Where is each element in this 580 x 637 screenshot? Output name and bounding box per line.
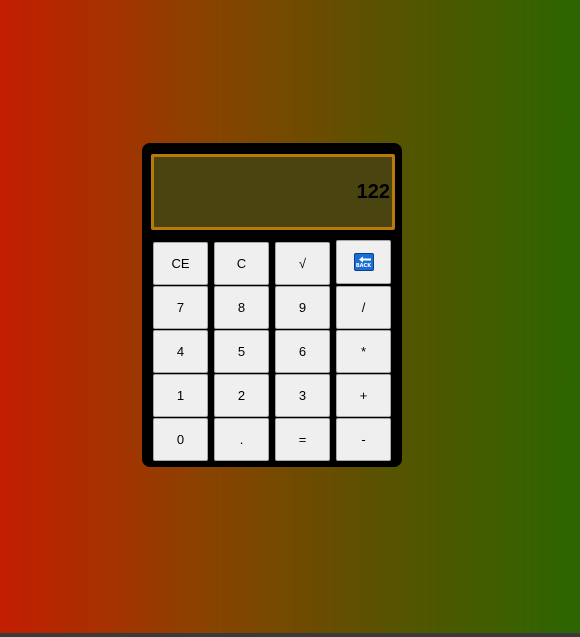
minus-button[interactable]: -: [336, 418, 391, 461]
digit-8-button[interactable]: 8: [214, 286, 269, 329]
digit-2-button[interactable]: 2: [214, 374, 269, 417]
equals-button[interactable]: =: [275, 418, 330, 461]
clear-button[interactable]: C: [214, 242, 269, 285]
display: 122: [151, 154, 395, 230]
digit-3-button[interactable]: 3: [275, 374, 330, 417]
back-icon: BACK: [353, 253, 374, 271]
digit-5-button[interactable]: 5: [214, 330, 269, 373]
calculator: 122 CE C √ BACK 7 8 9 / 4 5 6 * 1 2 3 + …: [142, 143, 402, 467]
multiply-button[interactable]: *: [336, 330, 391, 373]
bottom-strip: [0, 633, 580, 637]
divide-button[interactable]: /: [336, 286, 391, 329]
display-value: 122: [356, 180, 390, 203]
digit-6-button[interactable]: 6: [275, 330, 330, 373]
digit-1-button[interactable]: 1: [153, 374, 208, 417]
sqrt-button[interactable]: √: [275, 242, 330, 285]
digit-4-button[interactable]: 4: [153, 330, 208, 373]
decimal-point-button[interactable]: .: [214, 418, 269, 461]
back-icon-label: BACK: [355, 263, 372, 269]
plus-button[interactable]: +: [336, 374, 391, 417]
digit-7-button[interactable]: 7: [153, 286, 208, 329]
digit-0-button[interactable]: 0: [153, 418, 208, 461]
digit-9-button[interactable]: 9: [275, 286, 330, 329]
clear-entry-button[interactable]: CE: [153, 242, 208, 285]
backspace-button[interactable]: BACK: [336, 240, 391, 284]
arrow-left-icon: [358, 256, 371, 263]
